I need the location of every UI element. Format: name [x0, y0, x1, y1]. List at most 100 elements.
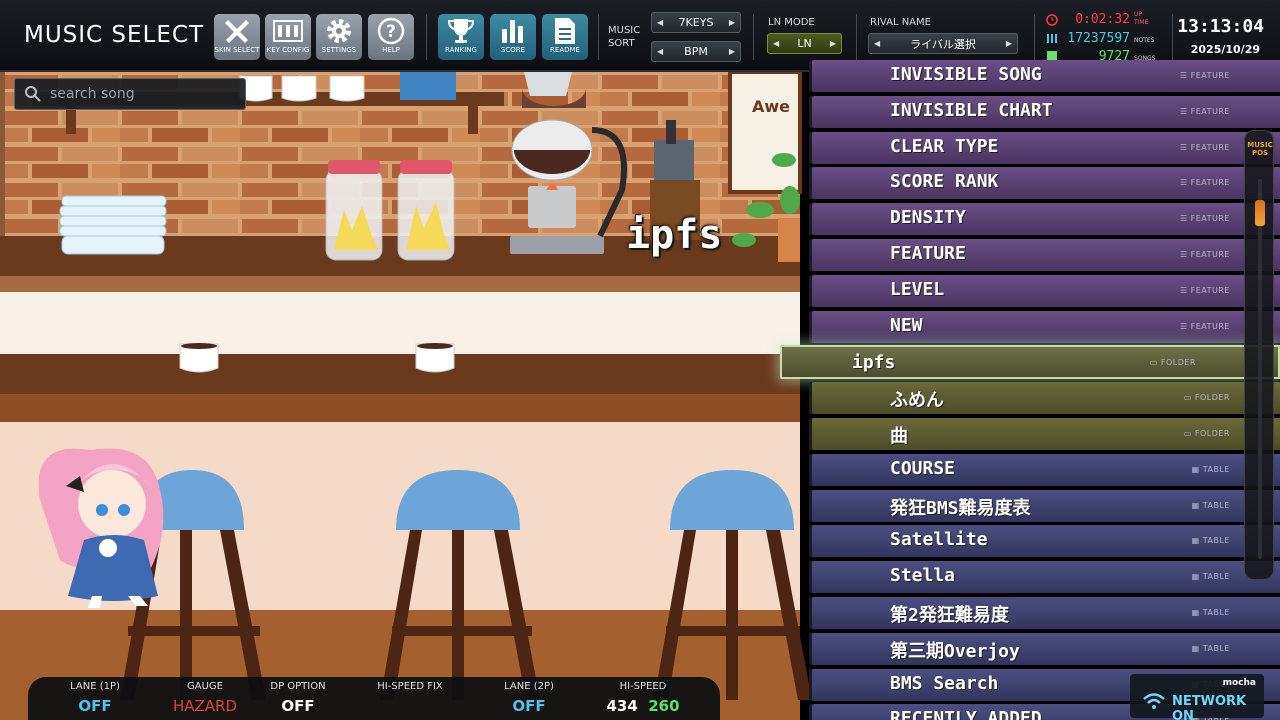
table-icon: ▦ — [1191, 608, 1203, 617]
song-list-item-kind: ☰ FEATURE — [1180, 250, 1230, 259]
rival-select[interactable]: ◀ ライバル選択 ▶ — [868, 33, 1018, 54]
help-button[interactable]: ? HELP — [368, 14, 414, 60]
notes-value: 17237597 — [1067, 31, 1130, 46]
song-list-item[interactable]: 曲 ▭ FOLDER — [812, 418, 1280, 450]
hi-speed-label: HI-SPEED — [619, 681, 667, 692]
song-list-item-kind-label: FEATURE — [1190, 71, 1230, 80]
scrollbar-thumb[interactable] — [1255, 200, 1265, 227]
song-list-item[interactable]: SCORE RANK ☰ FEATURE — [812, 167, 1280, 200]
sort-keys-select[interactable]: ◀ 7KEYS ▶ — [651, 12, 741, 33]
skin-select-button[interactable]: SKIN SELECT — [214, 14, 260, 60]
page-title: MUSIC SELECT — [24, 22, 205, 48]
song-list: INVISIBLE SONG ☰ FEATURE INVISIBLE CHART ☰ … — [780, 58, 1280, 720]
left-arrow-icon[interactable]: ◀ — [773, 34, 779, 53]
song-list-item-kind: ▦ TABLE — [1192, 536, 1230, 545]
key-config-button[interactable]: KEY CONFIG — [265, 14, 311, 60]
song-list-item-title: LEVEL — [890, 278, 945, 300]
divider — [753, 14, 754, 60]
left-arrow-icon[interactable]: ◀ — [657, 42, 663, 61]
tools-icon — [225, 19, 249, 43]
song-list-item[interactable]: FEATURE ☰ FEATURE — [812, 239, 1280, 271]
song-list-item-title: 曲 — [890, 426, 908, 447]
gauge-option[interactable]: GAUGE HAZARD — [160, 677, 250, 715]
song-list-item[interactable]: Satellite ▦ TABLE — [812, 525, 1280, 558]
song-list-item-kind: ☰ FEATURE — [1180, 214, 1230, 223]
skin-select-label: SKIN SELECT — [214, 46, 260, 54]
lane-2p-option[interactable]: LANE (2P) OFF — [484, 677, 574, 715]
sort-order-select[interactable]: ◀ BPM ▶ — [651, 41, 741, 62]
song-list-item-title: NEW — [890, 314, 923, 336]
song-list-item-title: FEATURE — [890, 243, 966, 264]
readme-label: README — [550, 46, 580, 54]
song-list-item[interactable]: INVISIBLE SONG ☰ FEATURE — [812, 60, 1280, 92]
divider — [856, 14, 857, 60]
music-position-scrollbar[interactable]: MUSIC POS — [1244, 130, 1274, 580]
notes-icon — [1047, 34, 1057, 43]
song-list-item-selected[interactable]: ipfs ▭ FOLDER — [780, 345, 1280, 380]
song-list-item-kind-label: FEATURE — [1190, 250, 1230, 259]
search-input[interactable]: search song — [50, 86, 135, 102]
score-button[interactable]: SCORE — [490, 14, 536, 60]
left-arrow-icon[interactable]: ◀ — [874, 34, 880, 53]
lane-1p-option[interactable]: LANE (1P) OFF — [50, 677, 140, 715]
bar-chart-icon — [502, 19, 523, 43]
song-list-item-kind: ☰ FEATURE — [1180, 107, 1230, 116]
clock-icon — [1046, 14, 1058, 26]
song-list-item-title: DENSITY — [890, 207, 966, 229]
feature-icon: ☰ — [1179, 321, 1191, 331]
selected-song-title: ipfs — [626, 212, 723, 258]
ln-mode-select[interactable]: ◀ LN ▶ — [767, 33, 842, 54]
lane-1p-value: OFF — [78, 697, 112, 715]
network-status-text: NETWORK ON — [1172, 694, 1247, 720]
scrollbar-track[interactable] — [1258, 179, 1262, 559]
right-arrow-icon[interactable]: ▶ — [830, 34, 836, 53]
hi-speed-fix-option[interactable]: HI-SPEED FIX — [365, 677, 455, 697]
settings-button[interactable]: SETTINGS — [316, 14, 362, 60]
song-list-item-title: RECENTLY ADDED — [890, 708, 1042, 720]
feature-icon: ☰ — [1179, 71, 1191, 80]
song-list-item[interactable]: INVISIBLE CHART ☰ FEATURE — [812, 95, 1280, 128]
song-list-item-kind: ☰ FEATURE — [1180, 178, 1230, 187]
song-list-item[interactable]: DENSITY ☰ FEATURE — [812, 203, 1280, 236]
song-list-item-kind: ▭ FOLDER — [1184, 393, 1230, 402]
song-list-item[interactable]: Stella ▦ TABLE — [812, 561, 1280, 594]
left-arrow-icon[interactable]: ◀ — [657, 13, 663, 32]
right-arrow-icon[interactable]: ▶ — [729, 13, 735, 32]
song-list-item[interactable]: 発狂BMS難易度表 ▦ TABLE — [812, 489, 1280, 522]
search-icon — [25, 86, 41, 102]
song-list-item[interactable]: CLEAR TYPE ☰ FEATURE — [812, 131, 1280, 164]
song-list-item[interactable]: 第三期Overjoy ▦ TABLE — [812, 632, 1280, 665]
username: mocha — [1222, 678, 1256, 688]
song-list-item-kind-label: FOLDER — [1160, 358, 1196, 368]
dp-option[interactable]: DP OPTION OFF — [253, 677, 343, 715]
song-list-item[interactable]: COURSE ▦ TABLE — [812, 453, 1280, 486]
uptime-label-1: UP — [1134, 11, 1143, 18]
song-list-item-kind-label: TABLE — [1202, 643, 1230, 653]
right-arrow-icon[interactable]: ▶ — [729, 42, 735, 61]
song-list-item-kind-label: FEATURE — [1190, 142, 1230, 152]
trophy-icon — [447, 18, 475, 43]
lane-2p-label: LANE (2P) — [504, 681, 554, 692]
music-select-screen: Awe ipfs search song MUSIC SELECT SKIN S… — [0, 0, 1280, 720]
song-list-item-kind: ▦ TABLE — [1192, 501, 1230, 510]
search-box[interactable]: search song — [14, 78, 246, 110]
song-list-item-title: CLEAR TYPE — [890, 135, 999, 157]
song-list-item-title: BMS Search — [890, 672, 999, 694]
svg-text:?: ? — [386, 22, 396, 42]
song-list-item[interactable]: ふめん ▭ FOLDER — [812, 382, 1280, 415]
song-list-item[interactable]: LEVEL ☰ FEATURE — [812, 274, 1280, 307]
readme-button[interactable]: README — [542, 14, 588, 60]
song-list-item-kind-label: TABLE — [1202, 608, 1230, 617]
song-list-item[interactable]: NEW ☰ FEATURE — [812, 310, 1280, 343]
scrollbar-label-1: MUSIC — [1247, 141, 1273, 149]
song-list-item-kind-label: TABLE — [1202, 572, 1230, 582]
song-list-item-title: Stella — [890, 565, 956, 587]
song-list-item-kind-label: FOLDER — [1194, 429, 1230, 438]
song-list-item[interactable]: 第2発狂難易度 ▦ TABLE — [812, 597, 1280, 629]
song-list-item-kind: ☰ FEATURE — [1180, 322, 1230, 331]
ranking-button[interactable]: RANKING — [438, 14, 484, 60]
divider — [598, 14, 599, 60]
song-list-item-kind: ▭ FOLDER — [1150, 358, 1196, 367]
hi-speed-option[interactable]: HI-SPEED 434 260 — [598, 677, 688, 715]
right-arrow-icon[interactable]: ▶ — [1006, 34, 1012, 53]
